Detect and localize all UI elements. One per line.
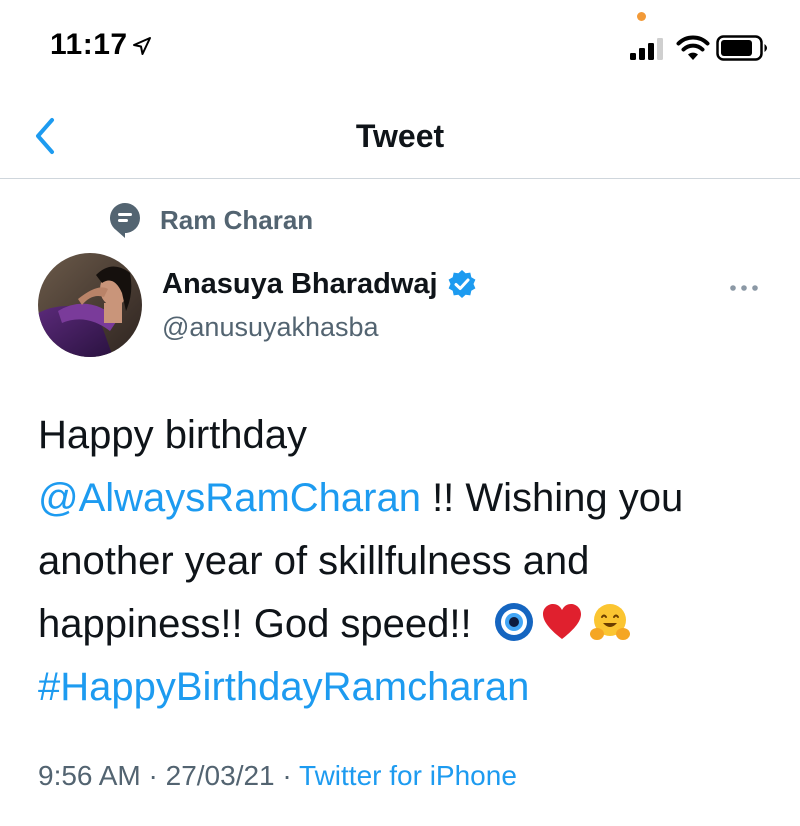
- mention-link[interactable]: @AlwaysRamCharan: [38, 476, 421, 520]
- reply-context[interactable]: Ram Charan: [108, 200, 313, 240]
- nazar-amulet-icon: [494, 603, 533, 641]
- tweet-time[interactable]: 9:56 AM: [38, 760, 141, 791]
- hashtag-link[interactable]: #HappyBirthdayRamcharan: [38, 665, 529, 709]
- page-title: Tweet: [355, 118, 445, 154]
- more-options-icon[interactable]: [728, 282, 760, 294]
- tweet-text-line1: Happy birthday: [38, 413, 308, 457]
- privacy-indicator-dot: [637, 12, 646, 21]
- nav-bar: Tweet: [0, 90, 800, 179]
- location-arrow-icon: [133, 37, 151, 55]
- verified-badge-icon: [448, 269, 476, 298]
- wifi-icon: [676, 35, 710, 60]
- author-name-row[interactable]: Anasuya Bharadwaj: [162, 268, 478, 301]
- tweet-meta: 9:56 AM · 27/03/21 · Twitter for iPhone: [38, 760, 517, 792]
- avatar-image: [38, 253, 142, 357]
- author-handle[interactable]: @anusuyakhasba: [162, 312, 379, 343]
- author-display-name: Anasuya Bharadwaj: [162, 268, 438, 300]
- battery-icon: [716, 35, 767, 61]
- cellular-signal-icon: [630, 38, 663, 60]
- reply-context-name: Ram Charan: [160, 204, 314, 235]
- hugging-face-icon: [589, 604, 630, 640]
- tweet-source-link[interactable]: Twitter for iPhone: [299, 760, 517, 791]
- meta-separator: ·: [274, 760, 300, 791]
- tweet-text: Happy birthday @AlwaysRamCharan !! Wishi…: [38, 404, 778, 719]
- tweet-date[interactable]: 27/03/21: [166, 760, 275, 791]
- red-heart-icon: [542, 604, 581, 639]
- comment-bubble-icon: [110, 203, 140, 238]
- status-time: 11:17: [50, 28, 128, 61]
- status-bar: 11:17: [0, 0, 800, 90]
- avatar[interactable]: [38, 253, 142, 357]
- meta-separator: ·: [140, 760, 166, 791]
